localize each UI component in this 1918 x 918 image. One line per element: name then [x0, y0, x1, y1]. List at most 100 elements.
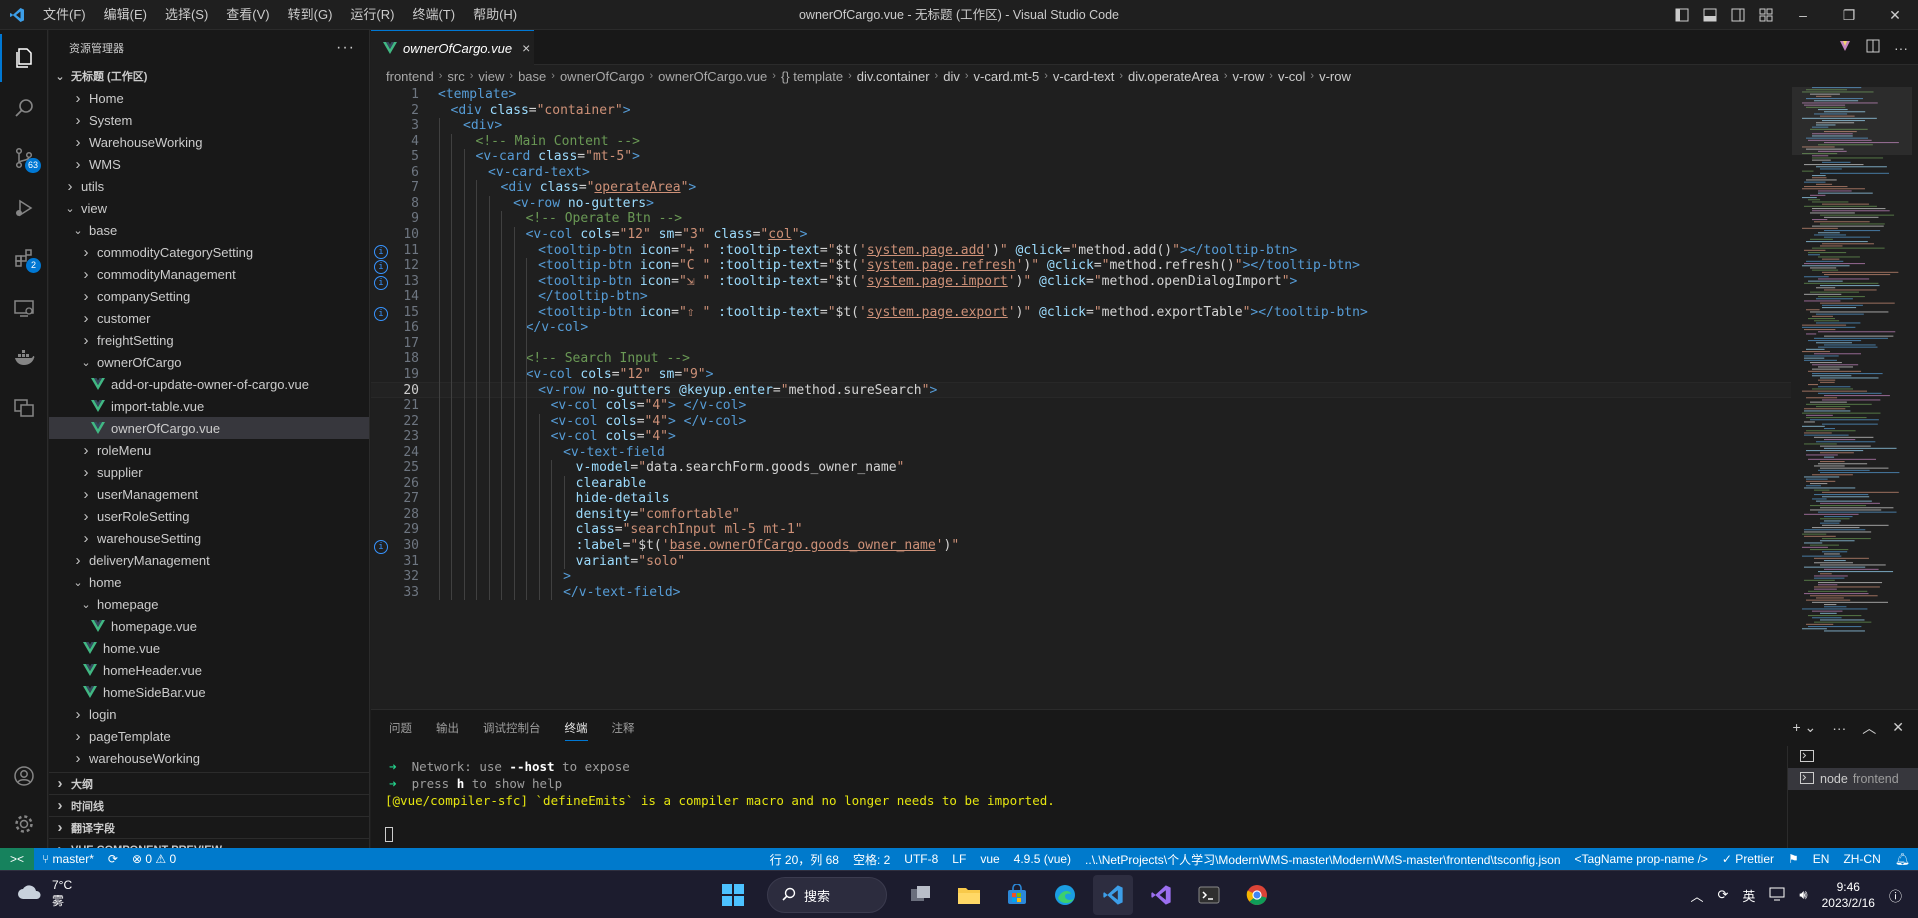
sidebar-section[interactable]: › 翻译字段 — [49, 816, 369, 838]
sidebar-section[interactable]: › 大纲 — [49, 772, 369, 794]
explorer-icon[interactable] — [0, 34, 48, 82]
panel-tab[interactable]: 终端 — [564, 720, 588, 741]
tree-item[interactable]: › freightSetting — [49, 329, 369, 351]
status-item[interactable]: ZH-CN — [1843, 852, 1880, 866]
breadcrumb-item[interactable]: div.operateArea — [1128, 69, 1219, 84]
clock[interactable]: 9:46 2023/2/16 — [1822, 879, 1875, 911]
tree-item[interactable]: › deliveryManagement — [49, 549, 369, 571]
terminal-item-node[interactable]: node frontend — [1788, 768, 1918, 790]
weather-widget[interactable]: 7°C 雾 — [16, 877, 72, 909]
feedback-icon[interactable]: ⚑ — [1788, 852, 1799, 866]
search-icon[interactable] — [0, 84, 48, 132]
status-item[interactable]: ..\.\NetProjects\个人学习\ModernWMS-master\M… — [1085, 851, 1560, 868]
status-item[interactable]: UTF-8 — [904, 852, 938, 866]
tree-item[interactable]: › warehouseSetting — [49, 527, 369, 549]
close-tab-icon[interactable]: × — [522, 40, 530, 56]
code-lens-info-icon[interactable]: i — [374, 244, 388, 259]
tree-item[interactable]: › companySetting — [49, 285, 369, 307]
code-lens-info-icon[interactable]: i — [374, 306, 388, 321]
status-item[interactable]: 空格: 2 — [853, 851, 890, 868]
visual-studio-icon[interactable] — [1141, 875, 1181, 915]
breadcrumb-item[interactable]: base — [518, 69, 546, 84]
tree-item[interactable]: add-or-update-owner-of-cargo.vue — [49, 373, 369, 395]
tree-item[interactable]: ownerOfCargo.vue — [49, 417, 369, 439]
menu-item[interactable]: 转到(G) — [279, 0, 342, 30]
breadcrumb-item[interactable]: v-row — [1233, 69, 1265, 84]
panel-tab[interactable]: 调试控制台 — [483, 720, 541, 736]
status-item[interactable]: ✓ Prettier — [1722, 852, 1774, 866]
terminal-app-icon[interactable] — [1189, 875, 1229, 915]
tree-item[interactable]: home.vue — [49, 637, 369, 659]
tree-item[interactable]: › commodityManagement — [49, 263, 369, 285]
tree-item[interactable]: › Home — [49, 87, 369, 109]
accounts-icon[interactable] — [0, 752, 48, 800]
branch-status[interactable]: ⑂ master* — [42, 852, 94, 866]
extensions-icon[interactable]: 2 — [0, 234, 48, 282]
status-item[interactable]: 4.9.5 (vue) — [1014, 852, 1071, 866]
status-item[interactable]: vue — [980, 852, 999, 866]
chrome-icon[interactable] — [1237, 875, 1277, 915]
tree-item[interactable]: homeHeader.vue — [49, 659, 369, 681]
menu-item[interactable]: 终端(T) — [403, 0, 464, 30]
toggle-panel-icon[interactable] — [1696, 0, 1724, 30]
source-control-icon[interactable]: 63 — [0, 134, 48, 182]
close-window-icon[interactable]: ✕ — [1872, 0, 1918, 30]
menu-item[interactable]: 帮助(H) — [464, 0, 526, 30]
breadcrumb-item[interactable]: ownerOfCargo.vue — [658, 69, 767, 84]
terminal-item-blank[interactable] — [1788, 746, 1918, 768]
panel-tab[interactable]: 输出 — [436, 720, 459, 736]
menu-item[interactable]: 查看(V) — [217, 0, 278, 30]
tree-item[interactable]: › userRoleSetting — [49, 505, 369, 527]
microsoft-store-icon[interactable] — [997, 875, 1037, 915]
toggle-secondary-sidebar-icon[interactable] — [1724, 0, 1752, 30]
panel-tab[interactable]: 注释 — [612, 720, 635, 736]
status-item[interactable]: EN — [1813, 852, 1830, 866]
minimize-icon[interactable]: – — [1780, 0, 1826, 30]
file-explorer-icon[interactable] — [949, 875, 989, 915]
tree-item[interactable]: › login — [49, 703, 369, 725]
tree-item[interactable]: › userManagement — [49, 483, 369, 505]
code-lens-info-icon[interactable]: i — [374, 260, 388, 275]
ime-indicator[interactable]: 英 — [1742, 886, 1755, 905]
more-actions-icon[interactable]: ··· — [336, 39, 355, 57]
toggle-primary-sidebar-icon[interactable] — [1668, 0, 1696, 30]
breadcrumb-item[interactable]: div — [943, 69, 960, 84]
code-lens-info-icon[interactable]: i — [374, 539, 388, 554]
tree-item[interactable]: › roleMenu — [49, 439, 369, 461]
tree-item[interactable]: ⌄ ownerOfCargo — [49, 351, 369, 373]
status-item[interactable]: 行 20，列 68 — [770, 851, 839, 868]
problems-status[interactable]: ⊗ 0 ⚠ 0 — [132, 852, 176, 866]
split-editor-icon[interactable] — [1866, 39, 1880, 56]
run-debug-icon[interactable] — [0, 184, 48, 232]
breadcrumb-item[interactable]: view — [478, 69, 504, 84]
tree-item[interactable]: ⌄ homepage — [49, 593, 369, 615]
editor-more-icon[interactable]: ··· — [1894, 40, 1908, 56]
minimap-slider[interactable] — [1792, 87, 1912, 155]
network-icon[interactable] — [1769, 887, 1785, 904]
maximize-panel-icon[interactable]: ︿ — [1862, 718, 1876, 738]
menu-item[interactable]: 运行(R) — [341, 0, 403, 30]
code-editor[interactable]: 1 <template> 2 <div class="container"> 3 <div… — [371, 87, 1918, 709]
menu-item[interactable]: 文件(F) — [34, 0, 95, 30]
new-terminal-icon[interactable]: + ⌄ — [1792, 719, 1816, 736]
tree-item[interactable]: › utils — [49, 175, 369, 197]
volume-icon[interactable]: 🔊︎ — [1799, 887, 1807, 903]
docker-icon[interactable] — [0, 334, 48, 382]
tree-item[interactable]: › System — [49, 109, 369, 131]
terminal-output[interactable]: ➜ Network: use --host to expose ➜ press h… — [385, 758, 1055, 844]
breadcrumb-item[interactable]: ownerOfCargo — [560, 69, 645, 84]
breadcrumb-item[interactable]: src — [447, 69, 464, 84]
menu-item[interactable]: 编辑(E) — [95, 0, 156, 30]
show-hidden-icons-icon[interactable]: ︿ — [1690, 886, 1703, 905]
tree-item[interactable]: ⌄ home — [49, 571, 369, 593]
tree-item[interactable]: homeSideBar.vue — [49, 681, 369, 703]
tree-item[interactable]: ⌄ view — [49, 197, 369, 219]
status-item[interactable]: <TagName prop-name /> — [1575, 852, 1708, 866]
tree-item[interactable]: › pageTemplate — [49, 725, 369, 747]
tree-item[interactable]: › warehouseWorking — [49, 747, 369, 769]
tree-item[interactable]: › WMS — [49, 153, 369, 175]
customize-layout-icon[interactable] — [1752, 0, 1780, 30]
tree-item[interactable]: › supplier — [49, 461, 369, 483]
panel-more-icon[interactable]: ··· — [1832, 720, 1846, 736]
breadcrumb-item[interactable]: v-col — [1278, 69, 1305, 84]
